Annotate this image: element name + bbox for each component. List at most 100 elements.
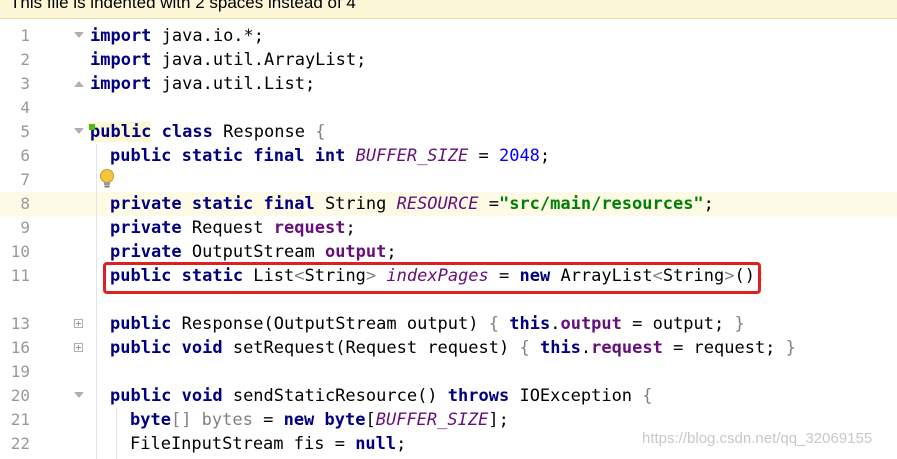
line-number: 5 bbox=[20, 122, 30, 141]
semicolon: ; bbox=[498, 410, 509, 430]
paren: ) bbox=[468, 314, 479, 334]
bracket: [] bbox=[170, 410, 192, 430]
code-line: 7 bbox=[0, 168, 897, 192]
highlight-box bbox=[103, 262, 761, 294]
keyword: import bbox=[90, 74, 152, 94]
fold-end-icon[interactable] bbox=[74, 81, 84, 87]
type-name: FileInputStream fis bbox=[130, 434, 325, 454]
line-number: 16 bbox=[10, 338, 30, 357]
keyword: this bbox=[509, 314, 551, 334]
method-name: Response bbox=[171, 314, 264, 334]
field-name: RESOURCE bbox=[396, 194, 479, 214]
keyword: private bbox=[110, 242, 182, 262]
semicolon: ; bbox=[539, 146, 551, 166]
keyword: byte bbox=[130, 410, 171, 430]
keyword: byte bbox=[314, 410, 366, 430]
operator: = bbox=[252, 410, 284, 430]
dot: . bbox=[580, 338, 592, 358]
line-number: 7 bbox=[20, 170, 30, 189]
keyword: new bbox=[283, 410, 315, 430]
fold-expand-icon[interactable] bbox=[74, 319, 83, 328]
line-number: 9 bbox=[20, 218, 30, 237]
field-name: request bbox=[591, 338, 663, 358]
keyword: null bbox=[355, 434, 397, 454]
lightbulb-icon[interactable] bbox=[98, 168, 116, 190]
fold-collapse-icon[interactable] bbox=[74, 128, 84, 134]
fold-collapse-icon[interactable] bbox=[74, 32, 84, 38]
type-name: String bbox=[314, 194, 397, 214]
brace: { bbox=[315, 122, 326, 142]
parentheses: () bbox=[417, 386, 438, 406]
line-number: 19 bbox=[10, 362, 30, 381]
line-number: 2 bbox=[20, 50, 30, 69]
keyword: public static final int bbox=[110, 146, 346, 166]
keyword: import bbox=[90, 50, 152, 70]
line-number: 22 bbox=[10, 434, 30, 453]
code-line: 19 bbox=[0, 360, 897, 384]
variable-name: bytes bbox=[191, 410, 253, 430]
indent-guide bbox=[96, 144, 97, 459]
paren: ( bbox=[335, 338, 346, 358]
brace: { bbox=[519, 338, 530, 358]
semicolon: ; bbox=[703, 194, 714, 214]
paren: ( bbox=[263, 314, 274, 334]
code-line: 4 bbox=[0, 96, 897, 120]
keyword: private bbox=[110, 218, 182, 238]
line-number: 8 bbox=[20, 194, 30, 213]
code-text: java.io.*; bbox=[151, 26, 265, 46]
line-number: 11 bbox=[10, 266, 30, 285]
line-number: 1 bbox=[20, 26, 30, 45]
banner-text: This file is indented with 2 spaces inst… bbox=[10, 0, 356, 12]
keyword: this bbox=[539, 338, 581, 358]
code-line: 1 import java.io.*; bbox=[0, 24, 897, 48]
string-literal: "src/main/resources" bbox=[498, 194, 704, 214]
field-name: BUFFER_SIZE bbox=[375, 410, 489, 430]
code-editor[interactable]: 1 import java.io.*; 2 import java.util.A… bbox=[0, 24, 897, 459]
line-number: 6 bbox=[20, 146, 30, 165]
type-name: IOException bbox=[509, 386, 643, 406]
line-number: 20 bbox=[10, 386, 30, 405]
keyword: public bbox=[110, 314, 172, 334]
indentation-warning-banner: This file is indented with 2 spaces inst… bbox=[0, 0, 897, 19]
brace: } bbox=[785, 338, 796, 358]
operator: = bbox=[468, 146, 499, 166]
fold-collapse-icon[interactable] bbox=[74, 392, 84, 398]
bracket: [ bbox=[365, 410, 376, 430]
type-name: Request bbox=[181, 218, 274, 238]
code-line-current: 8 private static final String RESOURCE =… bbox=[0, 192, 897, 216]
dot: . bbox=[550, 314, 561, 334]
text-cursor-marker bbox=[89, 124, 95, 130]
line-number: 3 bbox=[20, 74, 30, 93]
code-line: 9 private Request request; bbox=[0, 216, 897, 240]
class-name: Response bbox=[212, 122, 316, 142]
fold-expand-icon[interactable] bbox=[74, 343, 83, 352]
code-text: = request; bbox=[662, 338, 786, 358]
operator: = bbox=[478, 194, 499, 214]
operator: = bbox=[324, 434, 356, 454]
keyword: import bbox=[90, 26, 152, 46]
params: Request request bbox=[345, 338, 499, 358]
keyword: private static final bbox=[110, 194, 315, 214]
field-name: output bbox=[324, 242, 387, 262]
brace: { bbox=[488, 314, 500, 334]
keyword: public void bbox=[110, 338, 223, 358]
line-number: 4 bbox=[20, 98, 30, 117]
method-name: sendStaticResource bbox=[222, 386, 418, 406]
code-line: 20 public void sendStaticResource() thro… bbox=[0, 384, 897, 408]
indent-guide bbox=[116, 408, 117, 459]
semicolon: ; bbox=[386, 242, 397, 262]
code-text: java.util.List; bbox=[151, 74, 316, 94]
number-literal: 2048 bbox=[498, 146, 540, 166]
code-line: 13 public Response(OutputStream output) … bbox=[0, 312, 897, 336]
code-line: 2 import java.util.ArrayList; bbox=[0, 48, 897, 72]
code-line: 16 public void setRequest(Request reques… bbox=[0, 336, 897, 360]
field-name: BUFFER_SIZE bbox=[355, 146, 469, 166]
brace: { bbox=[642, 386, 653, 406]
paren: ) bbox=[498, 338, 510, 358]
field-name: output bbox=[560, 314, 622, 334]
type-name: OutputStream bbox=[181, 242, 325, 262]
line-number: 21 bbox=[10, 410, 30, 429]
method-name: setRequest bbox=[222, 338, 336, 358]
semicolon: ; bbox=[396, 434, 407, 454]
line-number: 10 bbox=[10, 242, 30, 261]
